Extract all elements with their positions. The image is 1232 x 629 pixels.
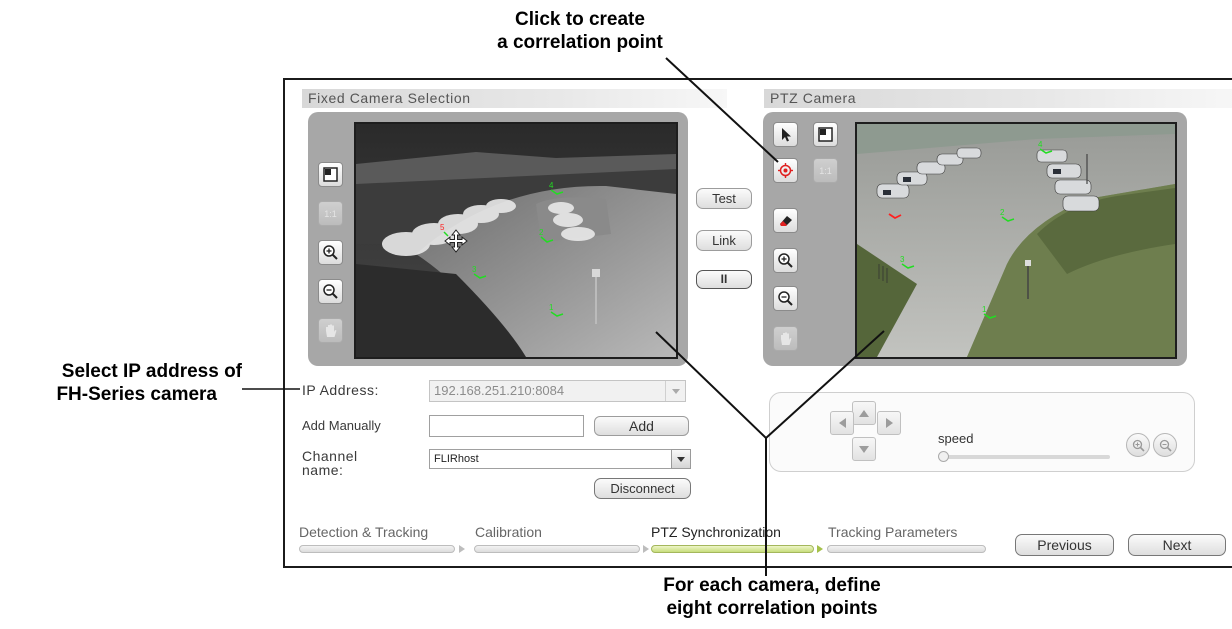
zoom-in-icon (1132, 439, 1145, 452)
hand-pan-icon[interactable] (318, 318, 343, 343)
correlation-point-label: 3 (900, 255, 905, 264)
step-label: Calibration (475, 524, 542, 540)
annotation-correlation-points: For each camera, define eight correlatio… (612, 574, 932, 620)
link-button[interactable]: Link (696, 230, 752, 251)
ptz-camera-panel: 1:1 4 2 3 1 (763, 112, 1187, 366)
zoom-out-icon[interactable] (318, 279, 343, 304)
ptz-camera-video[interactable]: 4 2 3 1 (855, 122, 1177, 359)
channel-name-select[interactable]: FLIRhost (429, 449, 691, 469)
channel-name-value: FLIRhost (434, 453, 479, 465)
app-window: Fixed Camera Selection 1:1 4 2 3 1 5 Tes… (283, 78, 1232, 568)
fixed-camera-toolbar: 1:1 (318, 162, 344, 343)
step-label: Tracking Parameters (828, 524, 958, 540)
pan-left-button[interactable] (830, 411, 854, 435)
step-bar-tracking[interactable] (827, 545, 986, 553)
one-to-one-icon[interactable]: 1:1 (813, 158, 838, 183)
step-arrow-icon (817, 545, 823, 553)
zoom-in-icon[interactable] (773, 248, 798, 273)
annotation-select-ip: Select IP address of FH-Series camera (2, 360, 242, 406)
ip-address-value: 192.168.251.210:8084 (434, 383, 565, 398)
step-label-active: PTZ Synchronization (651, 524, 781, 540)
add-manually-input[interactable] (429, 415, 584, 437)
channel-name-label: Channel name: (302, 449, 358, 477)
zoom-out-icon (1159, 439, 1172, 452)
thumbnail-icon[interactable] (813, 122, 838, 147)
add-button[interactable]: Add (594, 416, 689, 436)
ptz-control-panel: speed (769, 392, 1195, 472)
correlation-point-label: 1 (549, 303, 554, 312)
ip-address-label: IP Address: (302, 382, 379, 398)
annotation-line: eight correlation points (666, 598, 878, 619)
correlation-point-icon[interactable] (773, 158, 798, 183)
disconnect-button[interactable]: Disconnect (594, 478, 691, 499)
ip-address-select[interactable]: 192.168.251.210:8084 (429, 380, 686, 402)
thumbnail-icon[interactable] (318, 162, 343, 187)
zoom-in-button[interactable] (1126, 433, 1150, 457)
correlation-point-label: 2 (539, 228, 544, 237)
arrow-left-icon (838, 418, 846, 428)
pointer-icon[interactable] (773, 122, 798, 147)
step-bar-detection[interactable] (299, 545, 455, 553)
step-arrow-icon (643, 545, 649, 553)
step-label: Detection & Tracking (299, 524, 429, 540)
fixed-camera-video[interactable]: 4 2 3 1 5 (354, 122, 678, 359)
correlation-point-label: 5 (440, 223, 445, 232)
speed-slider[interactable] (938, 451, 1110, 462)
annotation-line: For each camera, define (663, 575, 881, 596)
slider-thumb[interactable] (938, 451, 949, 462)
test-button[interactable]: Test (696, 188, 752, 209)
channel-label-line: Channel (302, 448, 358, 464)
channel-label-line: name: (302, 462, 344, 478)
ptz-parking-scene: 4 2 3 1 (857, 124, 1175, 357)
arrow-right-icon (885, 418, 893, 428)
step-arrow-icon (459, 545, 465, 553)
step-bar-ptz-sync[interactable] (651, 545, 814, 553)
step-bar-calibration[interactable] (474, 545, 640, 553)
ptz-camera-title: PTZ Camera (764, 89, 1232, 108)
arrow-up-icon (859, 409, 869, 417)
annotation-create-point: Click to create a correlation point (440, 8, 720, 54)
svg-text:1:1: 1:1 (324, 209, 337, 219)
chevron-down-icon[interactable] (671, 449, 691, 469)
add-manually-label: Add Manually (302, 418, 381, 433)
next-button[interactable]: Next (1128, 534, 1226, 556)
thermal-parking-scene: 4 2 3 1 5 (356, 124, 676, 357)
correlation-point-label: 1 (982, 305, 987, 314)
zoom-in-icon[interactable] (318, 240, 343, 265)
fixed-camera-title: Fixed Camera Selection (302, 89, 727, 108)
zoom-out-icon[interactable] (773, 286, 798, 311)
pan-right-button[interactable] (877, 411, 901, 435)
annotation-line: FH-Series camera (56, 384, 217, 405)
annotation-line: a correlation point (497, 32, 663, 53)
correlation-point-label: 4 (549, 181, 554, 190)
hand-pan-icon[interactable] (773, 326, 798, 351)
pause-button[interactable]: II (696, 270, 752, 289)
eraser-icon[interactable] (773, 208, 798, 233)
fixed-camera-panel: 1:1 4 2 3 1 5 (308, 112, 688, 366)
previous-button[interactable]: Previous (1015, 534, 1114, 556)
speed-label: speed (938, 431, 974, 446)
arrow-down-icon (859, 445, 869, 453)
svg-text:1:1: 1:1 (819, 166, 832, 176)
correlation-point-label: 4 (1038, 140, 1043, 149)
annotation-line: Select IP address of (61, 361, 242, 382)
pan-down-button[interactable] (852, 437, 876, 461)
annotation-line: Click to create (515, 9, 645, 30)
correlation-point-label: 2 (1000, 208, 1005, 217)
correlation-point-label: 3 (472, 265, 477, 274)
one-to-one-icon[interactable]: 1:1 (318, 201, 343, 226)
pan-up-button[interactable] (852, 401, 876, 425)
zoom-out-button[interactable] (1153, 433, 1177, 457)
chevron-down-icon[interactable] (665, 381, 685, 401)
